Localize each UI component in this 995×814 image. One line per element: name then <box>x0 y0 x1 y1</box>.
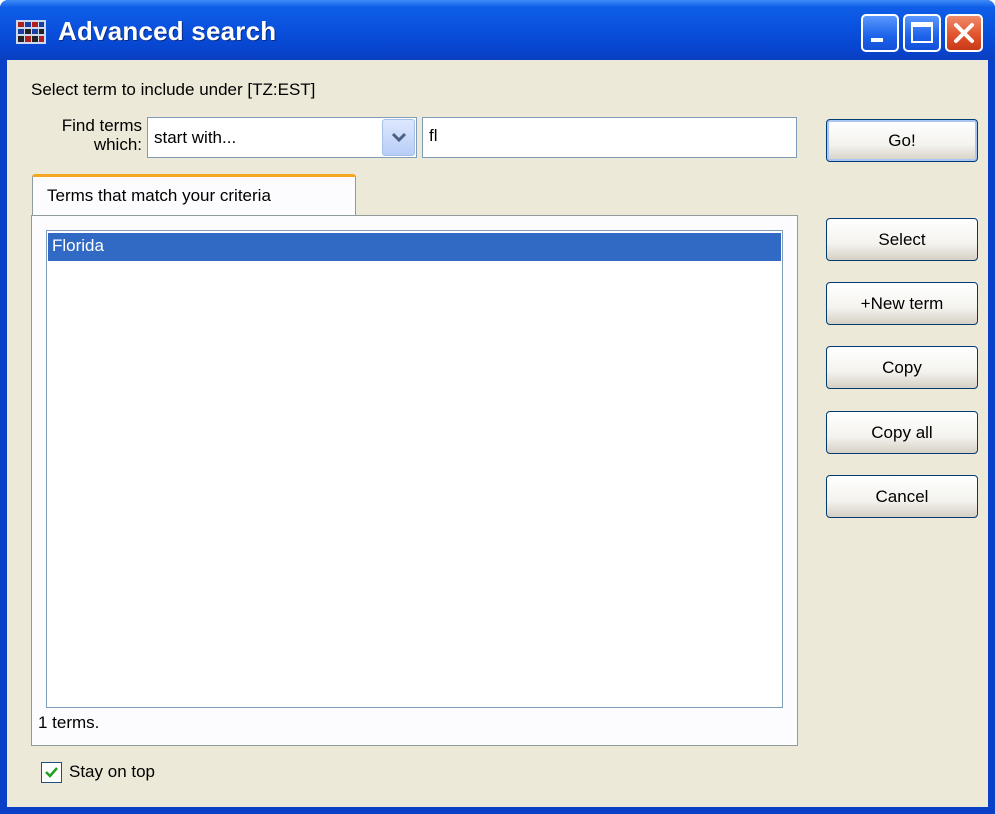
chevron-down-icon <box>391 132 407 143</box>
dialog-body: Select term to include under [TZ:EST] Fi… <box>7 60 988 807</box>
stay-on-top-checkbox[interactable] <box>41 762 62 783</box>
close-icon <box>954 23 974 43</box>
cancel-button[interactable]: Cancel <box>826 475 978 518</box>
find-terms-label-line2: which: <box>93 135 142 154</box>
find-terms-label: Find terms which: <box>35 116 142 154</box>
copy-button[interactable]: Copy <box>826 346 978 389</box>
results-count: 1 terms. <box>38 713 100 732</box>
dropdown-button[interactable] <box>382 119 415 156</box>
match-mode-value: start with... <box>154 128 237 147</box>
tab-results[interactable]: Terms that match your criteria <box>32 174 356 216</box>
results-list[interactable]: Florida <box>46 230 783 708</box>
tab-results-label: Terms that match your criteria <box>47 186 271 205</box>
maximize-icon <box>911 22 933 43</box>
minimize-button[interactable] <box>861 14 899 52</box>
list-item[interactable]: Florida <box>48 233 781 261</box>
select-button[interactable]: Select <box>826 218 978 261</box>
close-button[interactable] <box>945 14 983 52</box>
maximize-button[interactable] <box>903 14 941 52</box>
instruction-label: Select term to include under [TZ:EST] <box>31 80 316 99</box>
app-grid-icon <box>16 20 46 44</box>
window-title: Advanced search <box>58 16 277 46</box>
minimize-icon <box>871 38 883 42</box>
dialog-window: Advanced search Select term to include u… <box>0 0 995 814</box>
new-term-button[interactable]: +New term <box>826 282 978 325</box>
stay-on-top-label[interactable]: Stay on top <box>69 762 155 782</box>
title-bar[interactable]: Advanced search <box>0 0 995 60</box>
find-terms-label-line1: Find terms <box>61 116 142 135</box>
go-button[interactable]: Go! <box>826 119 978 162</box>
results-panel: Florida 1 terms. <box>31 215 798 746</box>
search-input[interactable]: fl <box>422 117 797 158</box>
match-mode-select[interactable]: start with... <box>147 117 417 158</box>
checkmark-icon <box>45 767 58 778</box>
copy-all-button[interactable]: Copy all <box>826 411 978 454</box>
